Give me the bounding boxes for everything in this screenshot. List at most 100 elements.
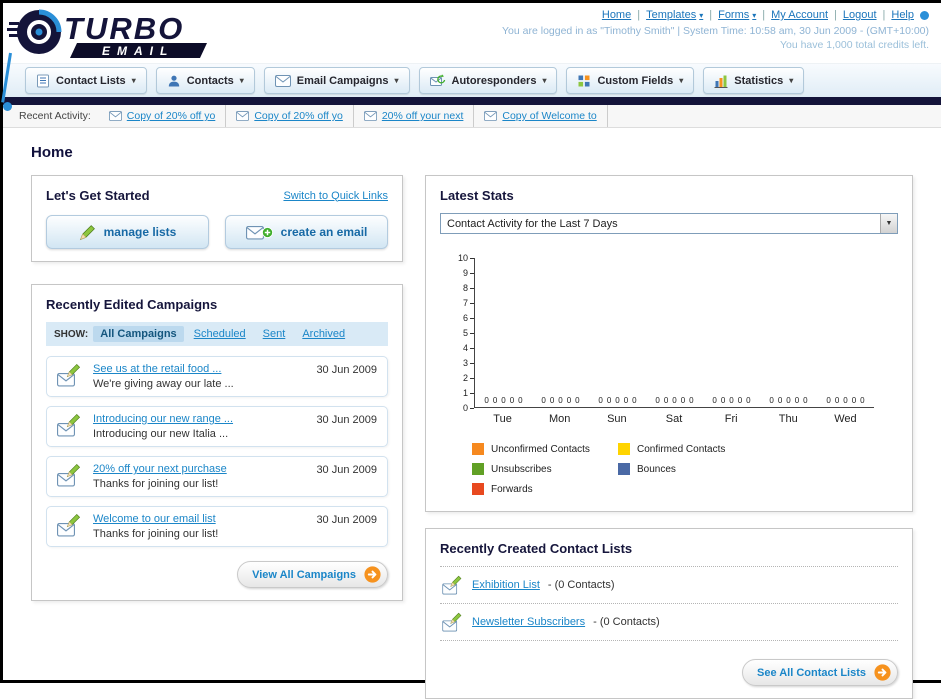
bar-value-group: 00000 <box>712 396 751 405</box>
tab-scheduled[interactable]: Scheduled <box>187 326 253 342</box>
envelope-pencil-icon <box>57 514 80 537</box>
contact-list-row[interactable]: Newsletter Subscribers - (0 Contacts) <box>440 603 898 640</box>
envelope-pencil-icon <box>442 612 462 632</box>
contacts-icon <box>168 75 179 86</box>
campaign-title-link[interactable]: 20% off your next purchase <box>93 463 306 475</box>
contact-list-name-link[interactable]: Exhibition List <box>472 579 540 591</box>
recent-activity-item-label: Copy of 20% off yo <box>254 110 343 122</box>
y-tick-label: 4 <box>463 343 474 353</box>
x-axis-label: Wed <box>834 413 857 425</box>
latest-stats-title: Latest Stats <box>440 188 514 203</box>
nav-tab-label: Autoresponders <box>451 74 537 87</box>
link-separator: | <box>709 9 713 21</box>
campaign-date: 30 Jun 2009 <box>316 364 377 376</box>
custom-fields-icon <box>578 75 590 86</box>
recent-activity-item[interactable]: Copy of Welcome to <box>474 105 608 127</box>
nav-tab-autoresponders[interactable]: Autoresponders ▾ <box>418 67 558 94</box>
legend-label: Confirmed Contacts <box>637 443 726 455</box>
nav-tab-custom-fields[interactable]: Custom Fields ▾ <box>566 67 695 94</box>
legend-item: Bounces <box>618 463 764 475</box>
chevron-down-icon: ▾ <box>542 76 547 85</box>
bar-value-group: 00000 <box>769 396 808 405</box>
y-tick-label: 3 <box>463 358 474 368</box>
y-tick-label: 8 <box>463 283 474 293</box>
nav-tab-contact-lists[interactable]: Contact Lists ▾ <box>25 67 147 94</box>
stats-period-select[interactable]: Contact Activity for the Last 7 Days ▼ <box>440 213 898 234</box>
turbo-email-logo-icon: TURBO EMAIL <box>7 9 207 58</box>
campaign-row[interactable]: See us at the retail food ... We're givi… <box>46 356 388 397</box>
view-all-campaigns-label: View All Campaigns <box>252 568 356 581</box>
campaign-title-link[interactable]: Welcome to our email list <box>93 513 306 525</box>
login-status: You are logged in as "Timothy Smith" | S… <box>502 25 929 37</box>
legend-item: Forwards <box>472 483 618 495</box>
nav-tab-statistics[interactable]: Statistics ▾ <box>703 67 805 94</box>
manage-lists-button[interactable]: manage lists <box>46 215 209 249</box>
x-axis-label: Sun <box>607 413 627 425</box>
x-axis-label: Tue <box>493 413 512 425</box>
main-nav: Contact Lists ▾ Contacts ▾ Email Campaig… <box>3 63 941 97</box>
recent-contact-lists-title: Recently Created Contact Lists <box>440 541 633 556</box>
help-icon[interactable] <box>920 10 929 20</box>
pencil-icon <box>79 224 95 240</box>
contact-list-count: - (0 Contacts) <box>547 579 615 591</box>
statistics-icon <box>714 74 729 88</box>
nav-tab-contacts[interactable]: Contacts ▾ <box>155 67 255 94</box>
campaign-list: See us at the retail food ... We're givi… <box>46 356 388 547</box>
campaign-date: 30 Jun 2009 <box>316 414 377 426</box>
create-email-button[interactable]: create an email <box>225 215 388 249</box>
campaign-row[interactable]: Introducing our new range ... Introducin… <box>46 406 388 447</box>
recent-activity-item[interactable]: 20% off your next <box>354 105 475 127</box>
header-link-help[interactable]: Help <box>891 9 914 21</box>
campaign-subtitle: Introducing our new Italia ... <box>93 428 229 440</box>
link-separator: | <box>834 9 837 21</box>
contact-list-row[interactable]: Exhibition List - (0 Contacts) <box>440 566 898 603</box>
link-separator: | <box>762 9 766 21</box>
campaign-title-link[interactable]: Introducing our new range ... <box>93 413 306 425</box>
x-axis-label: Thu <box>778 413 798 425</box>
contact-list-count: - (0 Contacts) <box>593 616 660 628</box>
recent-activity-item-label: Copy of Welcome to <box>502 110 597 122</box>
nav-divider-bar <box>3 97 941 105</box>
header: TURBO EMAIL Home | Templates ▾ | Forms ▾ |… <box>1 3 941 111</box>
header-link-logout[interactable]: Logout <box>843 9 877 21</box>
header-link-templates[interactable]: Templates ▾ <box>646 9 703 21</box>
logo-title: TURBO <box>64 11 184 46</box>
tab-archived[interactable]: Archived <box>295 326 352 342</box>
header-link-home[interactable]: Home <box>602 9 631 21</box>
view-all-campaigns-button[interactable]: View All Campaigns <box>237 561 388 588</box>
recent-campaigns-title: Recently Edited Campaigns <box>46 297 218 312</box>
campaign-subtitle: Thanks for joining our list! <box>93 528 219 540</box>
recent-contact-lists-panel: Recently Created Contact Lists Exhibitio… <box>425 528 913 699</box>
campaign-row[interactable]: 20% off your next purchase Thanks for jo… <box>46 456 388 497</box>
legend-swatch <box>618 443 630 455</box>
nav-tab-email-campaigns[interactable]: Email Campaigns ▾ <box>263 67 410 94</box>
header-link-label: Templates <box>646 9 697 21</box>
bar-value-group: 00000 <box>484 396 523 405</box>
manage-lists-label: manage lists <box>103 225 177 239</box>
arrow-right-icon <box>874 664 891 681</box>
header-link-forms[interactable]: Forms ▾ <box>718 9 756 21</box>
campaign-title-link[interactable]: See us at the retail food ... <box>93 363 306 375</box>
chevron-down-icon: ▾ <box>679 76 684 85</box>
recent-activity-item-label: 20% off your next <box>381 110 464 122</box>
chart-x-axis: Tue Mon Sun Sat Fri Thu Wed <box>474 413 874 425</box>
y-tick-label: 9 <box>463 268 474 278</box>
envelope-pencil-icon <box>57 414 80 437</box>
envelope-icon <box>108 111 122 121</box>
bar-value-group: 00000 <box>826 396 865 405</box>
campaign-row[interactable]: Welcome to our email list Thanks for joi… <box>46 506 388 547</box>
legend-label: Forwards <box>491 483 533 495</box>
bar-value-group: 00000 <box>655 396 694 405</box>
switch-quick-links-link[interactable]: Switch to Quick Links <box>283 190 388 202</box>
recent-activity-item[interactable]: Copy of 20% off yo <box>99 105 227 127</box>
chevron-down-icon: ▾ <box>789 76 794 85</box>
tab-sent[interactable]: Sent <box>256 326 293 342</box>
contact-list-name-link[interactable]: Newsletter Subscribers <box>472 616 585 628</box>
email-campaigns-icon <box>274 74 291 87</box>
nav-tab-label: Email Campaigns <box>296 74 389 87</box>
header-link-my-account[interactable]: My Account <box>771 9 828 21</box>
recent-activity-item[interactable]: Copy of 20% off yo <box>226 105 354 127</box>
see-all-contact-lists-button[interactable]: See All Contact Lists <box>741 659 898 686</box>
tab-all-campaigns[interactable]: All Campaigns <box>93 326 184 342</box>
envelope-pencil-icon <box>442 575 462 595</box>
